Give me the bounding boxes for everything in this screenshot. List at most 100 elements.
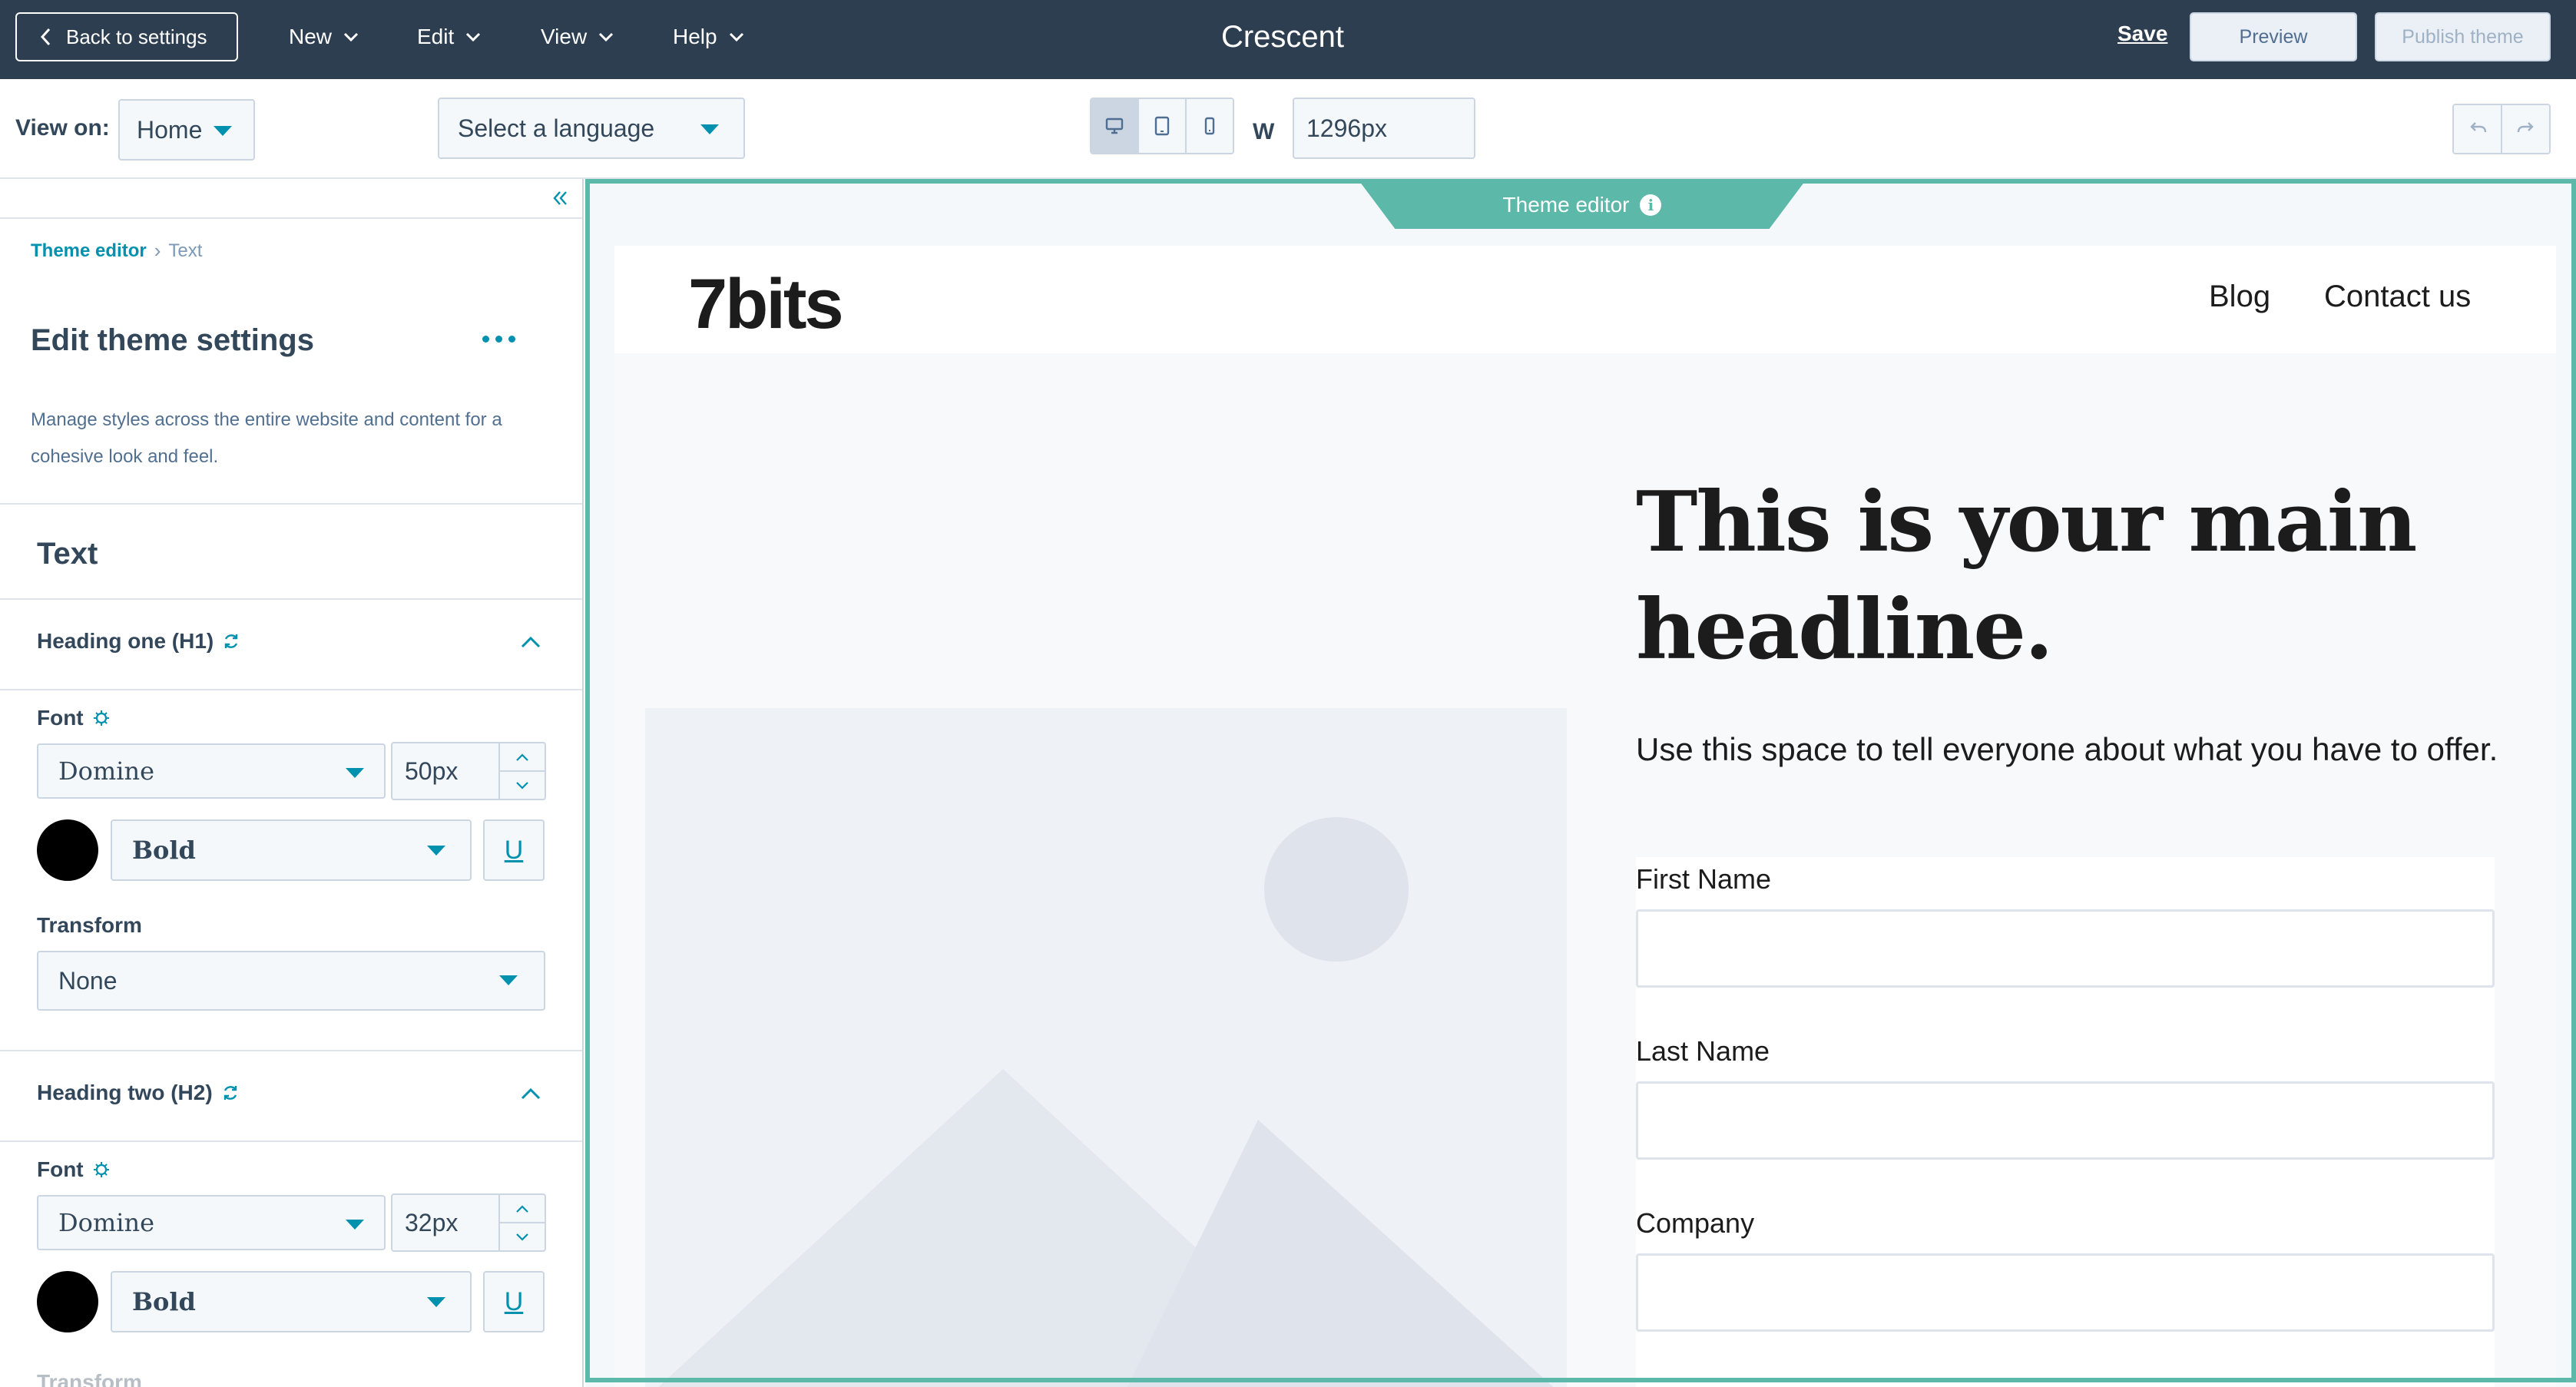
- h2-font-label: Font: [37, 1157, 111, 1182]
- h2-font-weight-select[interactable]: Bold: [111, 1271, 472, 1332]
- section-title-text: Text: [37, 537, 98, 571]
- nav-link-contact-us[interactable]: Contact us: [2324, 280, 2471, 314]
- image-placeholder-icon: [645, 708, 1567, 1387]
- top-bar: Back to settings New Edit View Help Cres…: [0, 0, 2576, 79]
- h1-font-family-select[interactable]: Domine: [37, 743, 386, 799]
- last-name-label: Last Name: [1636, 1035, 1770, 1067]
- caret-down-icon: [346, 1220, 364, 1230]
- h2-font-label-text: Font: [37, 1157, 84, 1181]
- chevron-down-icon: [516, 781, 528, 789]
- device-switcher: [1090, 98, 1234, 154]
- undo-button[interactable]: [2454, 105, 2502, 153]
- menu-new[interactable]: New: [289, 0, 359, 74]
- h2-font-weight-value: Bold: [132, 1287, 196, 1316]
- divider: [0, 503, 582, 505]
- accordion-heading-two[interactable]: Heading two (H2): [37, 1081, 240, 1105]
- h1-transform-select[interactable]: None: [37, 951, 545, 1011]
- h1-font-label: Font: [37, 706, 111, 730]
- nav-link-blog[interactable]: Blog: [2209, 280, 2270, 314]
- breadcrumb: Theme editor › Text: [31, 239, 202, 263]
- chevron-left-icon: [40, 28, 51, 46]
- width-input[interactable]: 1296px: [1293, 98, 1475, 159]
- h1-font-weight-select[interactable]: Bold: [111, 819, 472, 881]
- breadcrumb-current: Text: [168, 240, 203, 261]
- chevron-down-icon: [466, 32, 481, 42]
- h2-font-size-stepper[interactable]: 32px: [391, 1193, 546, 1252]
- publish-theme-button[interactable]: Publish theme: [2375, 12, 2551, 61]
- sidebar-collapse-row: [0, 179, 582, 219]
- caret-down-icon: [427, 846, 445, 856]
- more-options-icon[interactable]: [482, 336, 515, 343]
- decrement-button[interactable]: [500, 1223, 545, 1250]
- chevron-up-icon: [516, 1204, 528, 1213]
- undo-redo-group: [2452, 104, 2551, 154]
- redo-icon: [2517, 122, 2534, 133]
- view-toolbar: View on: Home Select a language W 1296px: [0, 79, 2576, 179]
- site-preview: 7bits Blog Contact us This is your main …: [614, 246, 2556, 1387]
- breadcrumb-theme-editor-link[interactable]: Theme editor: [31, 240, 147, 262]
- last-name-input[interactable]: [1636, 1081, 2495, 1160]
- accordion-heading-one[interactable]: Heading one (H1): [37, 629, 241, 654]
- h1-font-family-value: Domine: [58, 756, 155, 786]
- view-on-value: Home: [137, 115, 203, 144]
- image-placeholder: [645, 708, 1567, 1387]
- theme-title: Crescent: [1220, 19, 1345, 54]
- preview-button[interactable]: Preview: [2190, 12, 2357, 61]
- menu-edit-label: Edit: [417, 25, 455, 48]
- width-label: W: [1253, 119, 1275, 144]
- menu-edit[interactable]: Edit: [417, 0, 482, 74]
- mobile-view-button[interactable]: [1187, 99, 1233, 153]
- view-on-dropdown[interactable]: Home: [118, 99, 255, 161]
- site-header: 7bits Blog Contact us: [614, 246, 2556, 353]
- chevron-down-icon: [516, 1233, 528, 1241]
- chevron-up-icon[interactable]: [519, 1087, 542, 1101]
- company-input[interactable]: [1636, 1253, 2495, 1332]
- desktop-view-button[interactable]: [1091, 99, 1139, 153]
- divider: [0, 1050, 582, 1051]
- h1-transform-label: Transform: [37, 913, 142, 937]
- increment-button[interactable]: [500, 743, 545, 772]
- increment-button[interactable]: [500, 1195, 545, 1223]
- info-icon[interactable]: i: [1640, 194, 1662, 216]
- theme-editor-tab-label: Theme editor: [1502, 193, 1630, 217]
- first-name-label: First Name: [1636, 863, 1772, 895]
- save-button[interactable]: Save: [2117, 22, 2167, 46]
- h2-font-family-select[interactable]: Domine: [37, 1195, 386, 1250]
- back-to-settings-label: Back to settings: [66, 25, 207, 48]
- caret-down-icon: [346, 768, 364, 778]
- inherit-settings-icon: [93, 1162, 109, 1177]
- h1-underline-button[interactable]: U: [483, 819, 545, 881]
- mobile-icon: [1204, 117, 1215, 135]
- caret-down-icon: [427, 1297, 445, 1307]
- redo-button[interactable]: [2502, 105, 2549, 153]
- site-logo[interactable]: 7bits: [688, 264, 844, 345]
- language-dropdown[interactable]: Select a language: [438, 98, 745, 159]
- chevron-up-icon[interactable]: [519, 635, 542, 649]
- back-to-settings-button[interactable]: Back to settings: [15, 12, 238, 61]
- h2-underline-button[interactable]: U: [483, 1271, 545, 1332]
- tablet-view-button[interactable]: [1139, 99, 1187, 153]
- view-on-label: View on:: [15, 115, 110, 141]
- menu-new-label: New: [289, 25, 333, 48]
- h1-font-weight-value: Bold: [132, 836, 196, 865]
- chevron-down-icon: [599, 32, 614, 42]
- undo-icon: [2469, 122, 2486, 133]
- h1-color-swatch[interactable]: [37, 819, 98, 881]
- theme-settings-sidebar: Theme editor › Text Edit theme settings …: [0, 179, 584, 1387]
- h1-font-label-text: Font: [37, 706, 84, 730]
- h2-font-size-value[interactable]: 32px: [392, 1195, 500, 1250]
- first-name-input[interactable]: [1636, 909, 2495, 988]
- menu-view[interactable]: View: [541, 0, 614, 74]
- chevron-right-icon: ›: [154, 239, 161, 262]
- h2-transform-label: Transform: [37, 1370, 142, 1387]
- company-label: Company: [1636, 1207, 1755, 1239]
- hero-subtext: Use this space to tell everyone about wh…: [1636, 731, 2498, 767]
- h2-font-family-value: Domine: [58, 1208, 155, 1237]
- h1-font-size-stepper[interactable]: 50px: [391, 742, 546, 800]
- decrement-button[interactable]: [500, 772, 545, 799]
- menu-help[interactable]: Help: [673, 0, 745, 74]
- h2-color-swatch[interactable]: [37, 1271, 98, 1332]
- collapse-sidebar-icon[interactable]: [550, 188, 570, 208]
- h1-font-size-value[interactable]: 50px: [392, 743, 500, 799]
- desktop-icon: [1105, 118, 1124, 134]
